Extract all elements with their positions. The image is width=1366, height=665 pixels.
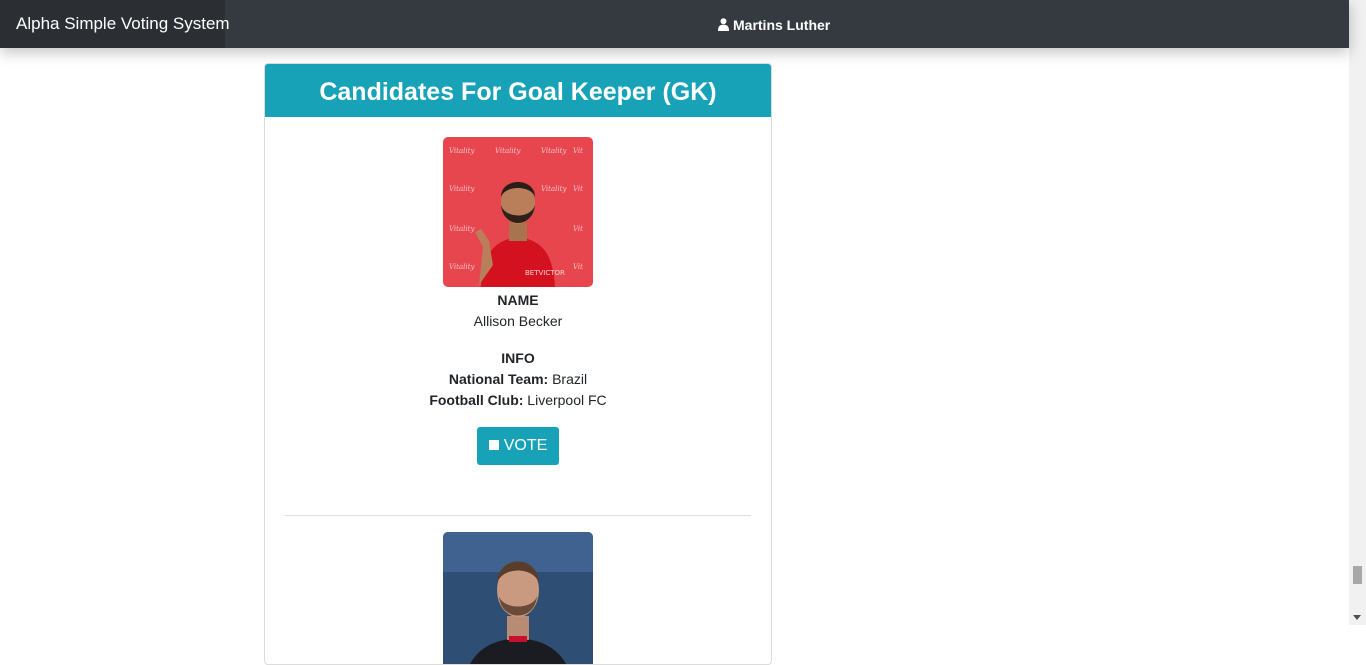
user-icon — [718, 18, 729, 31]
candidates-card: Candidates For Goal Keeper (GK) Vitality… — [264, 63, 772, 665]
svg-text:Vitality: Vitality — [449, 147, 475, 155]
national-team-label: National Team: — [448, 371, 549, 387]
brand-link[interactable]: Alpha Simple Voting System — [0, 0, 230, 48]
svg-text:Vitality: Vitality — [449, 263, 475, 271]
user-menu[interactable]: Martins Luther — [718, 0, 830, 48]
club-label: Football Club: — [429, 392, 524, 408]
checkbox-icon — [488, 440, 499, 450]
vote-button[interactable]: VOTE — [477, 427, 559, 465]
scrollbar-thumb[interactable] — [1353, 566, 1362, 584]
svg-text:BETVICTOR: BETVICTOR — [525, 269, 565, 277]
vote-button-label: VOTE — [503, 437, 548, 454]
name-label: NAME — [497, 292, 539, 308]
svg-text:Vitality: Vitality — [449, 225, 475, 233]
svg-text:Vitality: Vitality — [541, 147, 567, 155]
page-scrollbar[interactable] — [1349, 0, 1366, 625]
candidate-item — [265, 532, 771, 664]
svg-text:Vit: Vit — [573, 147, 583, 155]
club-value: Liverpool FC — [527, 392, 607, 408]
top-navbar: Alpha Simple Voting System Martins Luthe… — [0, 0, 1349, 48]
candidate-name: Allison Becker — [473, 313, 563, 329]
scroll-down-arrow-icon[interactable] — [1353, 615, 1361, 620]
candidate-item: Vitality Vitality Vitality Vit Vitality Vita… — [265, 137, 771, 465]
candidate-divider — [285, 515, 751, 516]
candidate-photo — [443, 532, 593, 664]
section-title: Candidates For Goal Keeper (GK) — [265, 64, 771, 117]
svg-text:Vitality: Vitality — [449, 185, 475, 193]
info-label: INFO — [501, 350, 535, 366]
svg-text:Vit: Vit — [573, 225, 583, 233]
svg-text:Vitality: Vitality — [495, 147, 521, 155]
national-team-value: Brazil — [552, 371, 588, 387]
svg-text:Vit: Vit — [573, 185, 583, 193]
national-team-row: National Team: Brazil — [265, 369, 771, 390]
svg-text:Vitality: Vitality — [541, 185, 567, 193]
club-row: Football Club: Liverpool FC — [265, 390, 771, 411]
candidate-photo: Vitality Vitality Vitality Vit Vitality Vita… — [443, 137, 593, 287]
user-name: Martins Luther — [733, 17, 831, 33]
svg-text:Vit: Vit — [573, 263, 583, 271]
